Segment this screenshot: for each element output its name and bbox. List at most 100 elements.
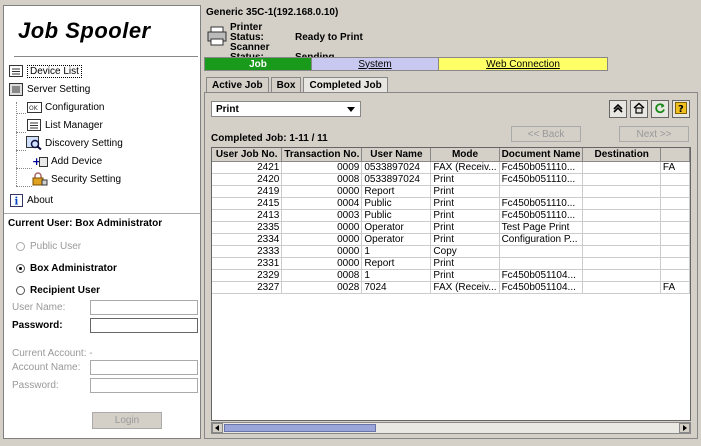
device-name: Generic 35C-1(192.168.0.10): [206, 7, 339, 18]
home-button[interactable]: [630, 100, 648, 118]
tab-active-job[interactable]: Active Job: [206, 77, 269, 93]
tab-job[interactable]: Job: [204, 57, 311, 71]
table-row[interactable]: 2331 0000 Report Print: [212, 257, 690, 270]
column-header[interactable]: Destination: [582, 148, 661, 162]
cell: 2415: [212, 197, 283, 210]
cell: 0008: [281, 173, 363, 186]
cell: Report: [361, 257, 432, 270]
job-tabs: Active Job Box Completed Job: [206, 77, 390, 93]
cell: [582, 221, 661, 234]
svg-text:i: i: [14, 196, 18, 207]
nav-item-configuration[interactable]: OK Configuration: [26, 98, 104, 116]
table-row[interactable]: 2419 0000 Report Print: [212, 185, 690, 198]
server-icon: [8, 82, 24, 96]
user-name-input[interactable]: [90, 300, 198, 315]
left-panel: Job Spooler Device List Server Setting O…: [3, 5, 201, 439]
cell: [582, 161, 661, 174]
tab-web-connection[interactable]: Web Connection: [438, 57, 608, 71]
table-row[interactable]: 2333 0000 1 Copy: [212, 245, 690, 258]
completed-job-panel: Print ? Completed Job: 1-11 / 11 << Back…: [204, 92, 698, 439]
help-button[interactable]: ?: [672, 100, 690, 118]
svg-text:OK: OK: [29, 105, 39, 112]
table-header-row: User Job No. Transaction No. User Name M…: [212, 148, 690, 162]
login-button[interactable]: Login: [92, 412, 162, 429]
table-row[interactable]: 2327 0028 7024 FAX (Receiv... Fc450b051104..…: [212, 281, 690, 294]
cell: 2335: [212, 221, 283, 234]
cell: FA: [660, 161, 690, 174]
cell: 2419: [212, 185, 283, 198]
nav-item-security-setting[interactable]: Security Setting: [32, 170, 121, 188]
tab-system[interactable]: System: [311, 57, 438, 71]
cell: 2327: [212, 281, 283, 294]
tab-completed-job[interactable]: Completed Job: [303, 77, 388, 93]
current-user-label: Current User: Box Administrator: [8, 218, 163, 229]
cell: [660, 221, 690, 234]
cell: Fc450b051110...: [499, 197, 584, 210]
cell: Report: [361, 185, 432, 198]
cell: [660, 269, 690, 282]
table-row[interactable]: 2421 0009 0533897024 FAX (Receiv... Fc450b05…: [212, 161, 690, 174]
back-button[interactable]: << Back: [511, 126, 581, 142]
account-name-label: Account Name:: [12, 362, 81, 373]
column-header[interactable]: Transaction No.: [281, 148, 363, 162]
nav-label: Device List: [27, 64, 82, 78]
next-button[interactable]: Next >>: [619, 126, 689, 142]
horizontal-scrollbar[interactable]: [211, 422, 691, 434]
scroll-left-button[interactable]: [212, 423, 223, 433]
user-panel: Current User: Box Administrator Public U…: [4, 213, 200, 438]
column-header[interactable]: Document Name: [499, 148, 584, 162]
scroll-top-button[interactable]: [609, 100, 627, 118]
printer-icon: [207, 26, 227, 49]
nav-item-device-list[interactable]: Device List: [8, 62, 82, 80]
job-type-select[interactable]: Print: [211, 101, 361, 117]
printer-status-value: Ready to Print: [295, 32, 363, 43]
nav-item-about[interactable]: i About: [8, 191, 53, 209]
cell: 2333: [212, 245, 283, 258]
account-password-input[interactable]: [90, 378, 198, 393]
nav-item-server-setting[interactable]: Server Setting: [8, 80, 90, 98]
cell: [582, 281, 661, 294]
table-row[interactable]: 2415 0004 Public Print Fc450b051110...: [212, 197, 690, 210]
user-name-label: User Name:: [12, 302, 66, 313]
cell: 1: [361, 245, 432, 258]
table-row[interactable]: 2334 0000 Operator Print Configuration P...: [212, 233, 690, 246]
table-row[interactable]: 2335 0000 Operator Print Test Page Print: [212, 221, 690, 234]
radio-recipient-user[interactable]: Recipient User: [16, 285, 100, 296]
tab-box[interactable]: Box: [270, 77, 302, 93]
nav-item-discovery-setting[interactable]: Discovery Setting: [26, 134, 123, 152]
table-row[interactable]: 2329 0008 1 Print Fc450b051104...: [212, 269, 690, 282]
title-divider: [14, 56, 198, 57]
cell: [582, 269, 661, 282]
scrollbar-thumb[interactable]: [224, 424, 376, 432]
scroll-right-button[interactable]: [679, 423, 690, 433]
cell: Print: [430, 221, 500, 234]
table-row[interactable]: 2420 0008 0533897024 Print Fc450b051110...: [212, 173, 690, 186]
account-name-input[interactable]: [90, 360, 198, 375]
column-header[interactable]: User Name: [361, 148, 432, 162]
cell: Print: [430, 233, 500, 246]
column-header[interactable]: User Job No.: [212, 148, 283, 162]
password-input[interactable]: [90, 318, 198, 333]
nav-item-list-manager[interactable]: List Manager: [26, 116, 103, 134]
radio-label: Box Administrator: [30, 263, 117, 274]
cell: [660, 257, 690, 270]
printer-status-label: Printer Status:: [230, 22, 264, 43]
cell: Public: [361, 209, 432, 222]
nav-item-add-device[interactable]: + Add Device: [32, 152, 102, 170]
app-title: Job Spooler: [18, 18, 151, 43]
cell: Print: [430, 173, 500, 186]
column-header[interactable]: Mode: [430, 148, 500, 162]
list-manager-icon: [26, 118, 42, 132]
radio-box-administrator[interactable]: Box Administrator: [16, 263, 117, 274]
cell: FAX (Receiv...: [430, 281, 500, 294]
refresh-button[interactable]: [651, 100, 669, 118]
cell: Operator: [361, 221, 432, 234]
radio-public-user[interactable]: Public User: [16, 241, 81, 252]
cell: 7024: [361, 281, 432, 294]
column-header[interactable]: [660, 148, 690, 162]
table-row[interactable]: 2413 0003 Public Print Fc450b051110...: [212, 209, 690, 222]
cell: 0003: [281, 209, 363, 222]
cell: 0533897024: [361, 173, 432, 186]
cell: Fc450b051104...: [499, 281, 584, 294]
cell: 0000: [281, 233, 363, 246]
